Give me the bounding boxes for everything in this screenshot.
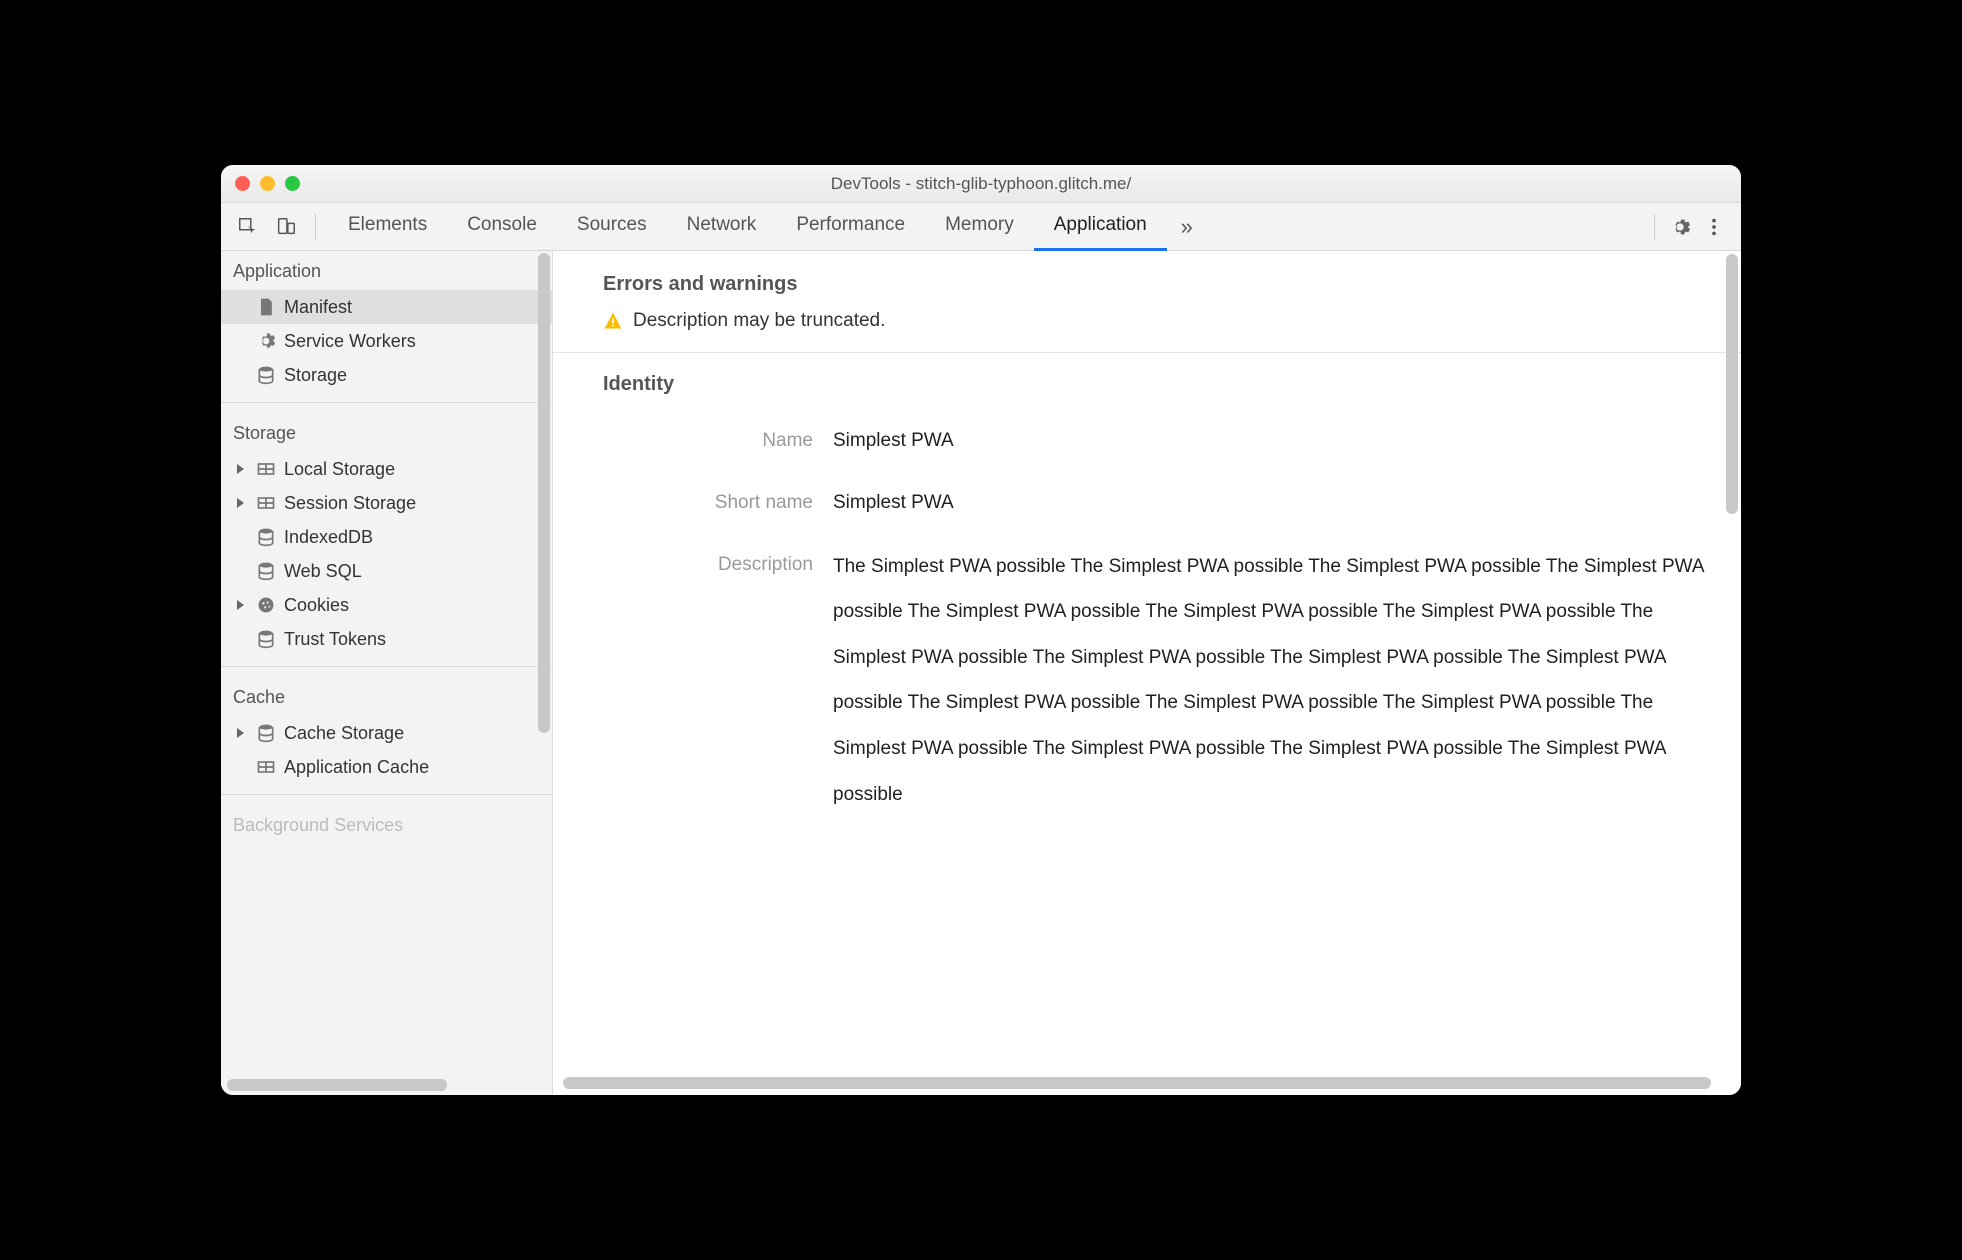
identity-description-label: Description xyxy=(553,544,833,818)
sidebar-divider xyxy=(221,402,552,403)
sidebar-section-background-services: Background Services xyxy=(221,805,552,844)
section-divider xyxy=(553,352,1741,353)
panel-tabs: Elements Console Sources Network Perform… xyxy=(328,203,1167,251)
sidebar-item-manifest[interactable]: Manifest xyxy=(221,290,552,324)
traffic-lights xyxy=(235,176,300,191)
panel-body: Application Manifest Service Workers Sto… xyxy=(221,251,1741,1095)
titlebar: DevTools - stitch-glib-typhoon.glitch.me… xyxy=(221,165,1741,203)
identity-shortname-value: Simplest PWA xyxy=(833,482,1717,524)
cookie-icon xyxy=(256,595,276,615)
sidebar-item-label: Cookies xyxy=(284,595,349,616)
sidebar-section-application: Application xyxy=(221,251,552,290)
tab-performance[interactable]: Performance xyxy=(776,203,925,251)
identity-shortname-row: Short name Simplest PWA xyxy=(553,472,1717,534)
sidebar-item-label: Trust Tokens xyxy=(284,629,386,650)
sidebar-item-indexeddb[interactable]: IndexedDB xyxy=(221,520,552,554)
more-options-icon[interactable] xyxy=(1697,210,1731,244)
toolbar: Elements Console Sources Network Perform… xyxy=(221,203,1741,251)
database-icon xyxy=(256,723,276,743)
sidebar-item-cache-storage[interactable]: Cache Storage xyxy=(221,716,552,750)
identity-name-row: Name Simplest PWA xyxy=(553,410,1717,472)
main-vscrollbar[interactable] xyxy=(1726,254,1738,514)
sidebar-section-storage: Storage xyxy=(221,413,552,452)
sidebar-vscrollbar[interactable] xyxy=(538,253,550,733)
sidebar-item-websql[interactable]: Web SQL xyxy=(221,554,552,588)
identity-name-value: Simplest PWA xyxy=(833,420,1717,462)
manifest-panel: Errors and warnings Description may be t… xyxy=(553,251,1741,1095)
device-toggle-icon[interactable] xyxy=(269,210,303,244)
devtools-window: DevTools - stitch-glib-typhoon.glitch.me… xyxy=(221,165,1741,1095)
tab-sources[interactable]: Sources xyxy=(557,203,667,251)
database-icon xyxy=(256,561,276,581)
grid-icon xyxy=(256,757,276,777)
tabs-overflow-icon[interactable]: » xyxy=(1171,214,1197,240)
errors-warnings-heading: Errors and warnings xyxy=(553,269,1741,310)
sidebar-item-cookies[interactable]: Cookies xyxy=(221,588,552,622)
grid-icon xyxy=(256,493,276,513)
settings-icon[interactable] xyxy=(1663,210,1697,244)
tab-console[interactable]: Console xyxy=(447,203,557,251)
identity-description-row: Description The Simplest PWA possible Th… xyxy=(553,534,1717,828)
window-title: DevTools - stitch-glib-typhoon.glitch.me… xyxy=(221,174,1741,194)
sidebar-item-label: IndexedDB xyxy=(284,527,373,548)
identity-shortname-label: Short name xyxy=(553,482,833,524)
sidebar-item-label: Service Workers xyxy=(284,331,416,352)
sidebar-item-label: Application Cache xyxy=(284,757,429,778)
sidebar-item-application-cache[interactable]: Application Cache xyxy=(221,750,552,784)
warning-icon xyxy=(603,311,623,331)
warning-text: Description may be truncated. xyxy=(633,310,885,332)
page-icon xyxy=(256,297,276,317)
grid-icon xyxy=(256,459,276,479)
sidebar-item-service-workers[interactable]: Service Workers xyxy=(221,324,552,358)
tab-elements[interactable]: Elements xyxy=(328,203,447,251)
gear-icon xyxy=(256,331,276,351)
identity-table: Name Simplest PWA Short name Simplest PW… xyxy=(553,410,1741,827)
identity-name-label: Name xyxy=(553,420,833,462)
sidebar-item-label: Storage xyxy=(284,365,347,386)
sidebar-item-session-storage[interactable]: Session Storage xyxy=(221,486,552,520)
sidebar-item-label: Session Storage xyxy=(284,493,416,514)
identity-heading: Identity xyxy=(553,369,1741,410)
warning-row: Description may be truncated. xyxy=(553,310,1741,348)
sidebar-item-local-storage[interactable]: Local Storage xyxy=(221,452,552,486)
sidebar-item-label: Local Storage xyxy=(284,459,395,480)
inspect-element-icon[interactable] xyxy=(231,210,265,244)
minimize-window-button[interactable] xyxy=(260,176,275,191)
sidebar-item-storage[interactable]: Storage xyxy=(221,358,552,392)
sidebar-hscrollbar[interactable] xyxy=(227,1079,447,1091)
application-sidebar[interactable]: Application Manifest Service Workers Sto… xyxy=(221,251,553,1095)
sidebar-section-cache: Cache xyxy=(221,677,552,716)
database-icon xyxy=(256,365,276,385)
sidebar-divider xyxy=(221,666,552,667)
main-hscrollbar[interactable] xyxy=(563,1077,1711,1089)
tab-application[interactable]: Application xyxy=(1034,203,1167,251)
sidebar-item-label: Manifest xyxy=(284,297,352,318)
toolbar-separator xyxy=(1654,214,1655,240)
sidebar-divider xyxy=(221,794,552,795)
sidebar-item-label: Web SQL xyxy=(284,561,362,582)
tab-network[interactable]: Network xyxy=(667,203,777,251)
database-icon xyxy=(256,629,276,649)
toolbar-separator xyxy=(315,214,316,240)
sidebar-item-trust-tokens[interactable]: Trust Tokens xyxy=(221,622,552,656)
database-icon xyxy=(256,527,276,547)
sidebar-item-label: Cache Storage xyxy=(284,723,404,744)
zoom-window-button[interactable] xyxy=(285,176,300,191)
close-window-button[interactable] xyxy=(235,176,250,191)
identity-description-value: The Simplest PWA possible The Simplest P… xyxy=(833,544,1717,818)
tab-memory[interactable]: Memory xyxy=(925,203,1034,251)
